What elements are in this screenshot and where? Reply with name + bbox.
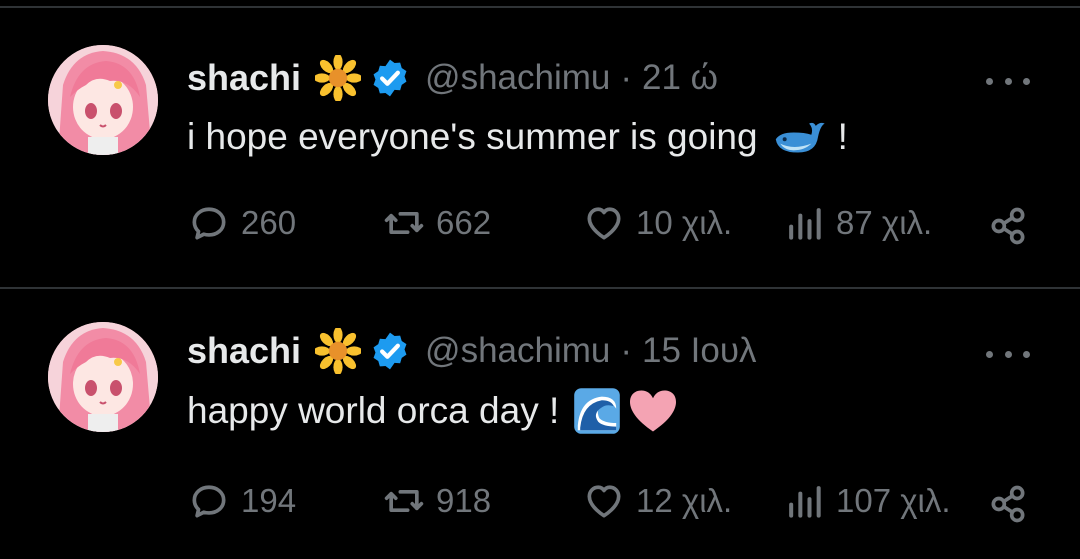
retweet-button[interactable]: 918 — [382, 479, 491, 523]
reply-count: 260 — [241, 204, 297, 241]
reply-button[interactable]: 260 — [187, 201, 296, 245]
like-icon — [587, 207, 621, 240]
like-count: 10 χιλ. — [636, 204, 733, 241]
like-button[interactable]: 12 χιλ. — [582, 479, 732, 523]
user-handle[interactable]: @shachimu — [425, 58, 610, 98]
tweet[interactable]: shachi @shachimu · 21 ώ i hope everyone'… — [0, 8, 1080, 278]
views-count: 87 χιλ. — [836, 204, 933, 241]
like-count: 12 χιλ. — [636, 482, 733, 519]
tweet-header: shachi @shachimu · 15 Ιουλ — [187, 326, 757, 376]
retweet-icon — [384, 490, 424, 512]
tweet-text: happy world orca day ! — [187, 386, 679, 436]
timestamp[interactable]: 15 Ιουλ — [642, 331, 757, 371]
views-icon — [789, 208, 821, 240]
avatar[interactable] — [48, 322, 158, 432]
more-icon[interactable] — [986, 344, 1030, 364]
reply-icon — [192, 485, 226, 518]
separator-dot: · — [620, 58, 633, 97]
sunflower-icon — [315, 55, 362, 101]
tweet-body: happy world orca day ! — [187, 390, 560, 431]
share-icon[interactable] — [986, 482, 1030, 526]
timestamp[interactable]: 21 ώ — [642, 58, 718, 98]
separator-dot: · — [620, 331, 633, 370]
reply-count: 194 — [241, 482, 297, 519]
retweet-count: 662 — [436, 204, 492, 241]
tweet-header: shachi @shachimu · 21 ώ — [187, 53, 718, 103]
sunflower-icon — [315, 328, 362, 374]
share-icon[interactable] — [986, 204, 1030, 248]
whale-emoji — [775, 122, 825, 153]
tweet-text-suffix: ! — [837, 116, 848, 157]
display-name[interactable]: shachi — [187, 57, 301, 99]
tweet-text: i hope everyone's summer is going ! — [187, 112, 848, 162]
views-icon — [789, 486, 821, 518]
more-icon[interactable] — [986, 71, 1030, 91]
display-name[interactable]: shachi — [187, 330, 301, 372]
views-count: 107 χιλ. — [836, 482, 951, 519]
retweet-icon — [384, 212, 424, 234]
tweet-actions: 260 662 10 χιλ. 87 χιλ. — [187, 201, 1047, 251]
pink-heart-emoji — [630, 390, 677, 432]
retweet-count: 918 — [436, 482, 492, 519]
reply-icon — [192, 207, 226, 240]
reply-button[interactable]: 194 — [187, 479, 296, 523]
tweet[interactable]: shachi @shachimu · 15 Ιουλ happy world o… — [0, 289, 1080, 559]
verified-badge-icon[interactable] — [369, 330, 411, 372]
like-icon — [587, 485, 621, 518]
tweet-actions: 194 918 12 χιλ. 107 χιλ. — [187, 479, 1047, 529]
user-handle[interactable]: @shachimu — [425, 331, 610, 371]
verified-badge-icon[interactable] — [369, 57, 411, 99]
tweet-body: i hope everyone's summer is going — [187, 116, 758, 157]
wave-emoji — [574, 388, 621, 434]
views-button[interactable]: 87 χιλ. — [782, 201, 932, 245]
avatar[interactable] — [48, 45, 158, 155]
retweet-button[interactable]: 662 — [382, 201, 491, 245]
views-button[interactable]: 107 χιλ. — [782, 479, 951, 523]
like-button[interactable]: 10 χιλ. — [582, 201, 732, 245]
